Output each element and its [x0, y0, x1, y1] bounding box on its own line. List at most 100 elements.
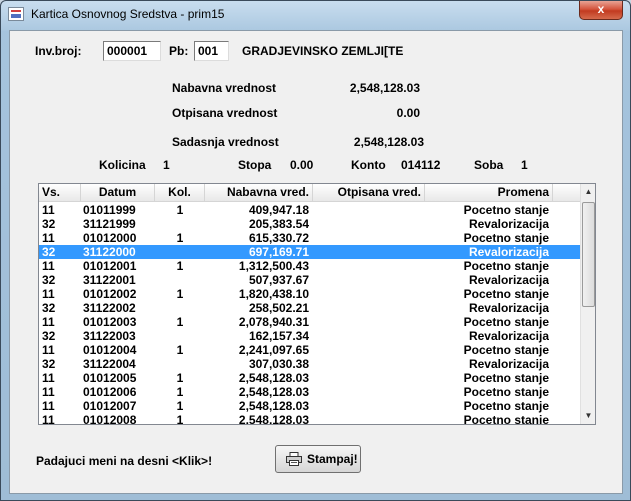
- row-vs: 11: [42, 413, 55, 425]
- inv-number-label: Inv.broj:: [35, 44, 82, 58]
- table-row[interactable]: 32 31122003 162,157.34 Revalorizacija: [39, 329, 580, 343]
- row-vs: 11: [42, 343, 55, 357]
- row-change: Pocetno stanje: [463, 413, 549, 425]
- scroll-down-arrow-icon[interactable]: ▼: [581, 408, 595, 424]
- printer-icon: [286, 452, 302, 466]
- row-vs: 32: [42, 245, 56, 259]
- row-written-off: [313, 203, 421, 217]
- row-qty: 1: [176, 343, 184, 357]
- row-date: 01012005: [83, 371, 137, 385]
- row-date: 31122001: [83, 273, 136, 287]
- row-qty: [155, 245, 205, 259]
- table-row[interactable]: 32 31122002 258,502.21 Revalorizacija: [39, 301, 580, 315]
- title-bar[interactable]: Kartica Osnovnog Sredstva - prim15 x: [1, 1, 630, 29]
- table-row[interactable]: 11 01012001 1 1,312,500.43 Pocetno stanje: [39, 259, 580, 273]
- row-written-off: [313, 371, 421, 385]
- row-written-off: [313, 343, 421, 357]
- row-date: 01012001: [83, 259, 137, 273]
- row-qty: 1: [176, 371, 184, 385]
- asset-name: GRADJEVINSKO ZEMLJI[TE: [242, 44, 404, 58]
- scroll-up-arrow-icon[interactable]: ▲: [581, 184, 595, 200]
- written-off-value: 0.00: [396, 106, 420, 120]
- row-qty: [155, 273, 205, 287]
- row-vs: 11: [42, 399, 55, 413]
- row-purchase: 2,548,128.03: [238, 399, 309, 413]
- column-header-change[interactable]: Promena: [425, 184, 553, 202]
- row-vs: 11: [42, 385, 55, 399]
- row-date: 31122003: [83, 329, 136, 343]
- scroll-thumb[interactable]: [582, 202, 595, 307]
- table-row[interactable]: 11 01011999 1 409,947.18 Pocetno stanje: [39, 203, 580, 217]
- list-header: Vs. Datum Kol. Nabavna vred. Otpisana vr…: [39, 184, 580, 202]
- purchase-value-label: Nabavna vrednost: [172, 81, 277, 95]
- table-row[interactable]: 32 31121999 205,383.54 Revalorizacija: [39, 217, 580, 231]
- row-written-off: [313, 301, 421, 315]
- row-purchase: 507,937.67: [248, 273, 309, 287]
- row-qty: 1: [176, 399, 184, 413]
- close-button[interactable]: x: [579, 1, 623, 20]
- row-qty: 1: [176, 385, 184, 399]
- row-change: Revalorizacija: [468, 273, 549, 287]
- column-header-vs[interactable]: Vs.: [39, 184, 81, 202]
- row-purchase: 307,030.38: [248, 357, 309, 371]
- row-written-off: [313, 217, 421, 231]
- row-vs: 11: [42, 315, 55, 329]
- table-row[interactable]: 11 01012004 1 2,241,097.65 Pocetno stanje: [39, 343, 580, 357]
- table-row[interactable]: 32 31122004 307,030.38 Revalorizacija: [39, 357, 580, 371]
- table-row[interactable]: 32 31122001 507,937.67 Revalorizacija: [39, 273, 580, 287]
- purchase-value: 2,548,128.03: [349, 81, 420, 95]
- row-written-off: [313, 315, 421, 329]
- app-icon: [8, 7, 24, 21]
- vertical-scrollbar[interactable]: ▲ ▼: [580, 184, 595, 424]
- table-row[interactable]: 11 01012007 1 2,548,128.03 Pocetno stanje: [39, 399, 580, 413]
- row-change: Revalorizacija: [468, 245, 549, 259]
- room-label: Soba: [474, 158, 504, 172]
- column-header-written-off[interactable]: Otpisana vred.: [313, 184, 425, 202]
- row-vs: 11: [42, 371, 55, 385]
- row-qty: 1: [176, 315, 184, 329]
- table-row[interactable]: 11 01012008 1 2,548,128.03 Pocetno stanje: [39, 413, 580, 425]
- transactions-list[interactable]: Vs. Datum Kol. Nabavna vred. Otpisana vr…: [38, 183, 596, 425]
- pb-label: Pb:: [169, 44, 189, 58]
- table-row-selected[interactable]: 32 31122000 697,169.71 Revalorizacija: [39, 245, 580, 259]
- row-change: Pocetno stanje: [463, 385, 549, 399]
- row-date: 31121999: [83, 217, 136, 231]
- row-vs: 11: [42, 203, 55, 217]
- row-purchase: 1,312,500.43: [238, 259, 309, 273]
- row-purchase: 162,157.34: [248, 329, 309, 343]
- row-change: Pocetno stanje: [463, 371, 549, 385]
- column-header-qty[interactable]: Kol.: [155, 184, 205, 202]
- quantity-label: Kolicina: [99, 158, 146, 172]
- table-row[interactable]: 11 01012006 1 2,548,128.03 Pocetno stanje: [39, 385, 580, 399]
- table-row[interactable]: 11 01012000 1 615,330.72 Pocetno stanje: [39, 231, 580, 245]
- row-written-off: [313, 273, 421, 287]
- table-row[interactable]: 11 01012005 1 2,548,128.03 Pocetno stanje: [39, 371, 580, 385]
- inv-number-field[interactable]: 000001: [103, 41, 161, 61]
- list-rows: 11 01011999 1 409,947.18 Pocetno stanje 32 311…: [39, 203, 580, 425]
- table-row[interactable]: 11 01012002 1 1,820,438.10 Pocetno stanje: [39, 287, 580, 301]
- row-vs: 32: [42, 273, 56, 287]
- row-qty: [155, 217, 205, 231]
- column-header-purchase[interactable]: Nabavna vred.: [205, 184, 313, 202]
- row-date: 01012007: [83, 399, 137, 413]
- row-purchase: 258,502.21: [248, 301, 309, 315]
- pb-field[interactable]: 001: [194, 41, 229, 61]
- room-value: 1: [521, 158, 528, 172]
- row-date: 01012008: [83, 413, 137, 425]
- print-button-label: Stampaj!: [307, 452, 358, 466]
- row-vs: 11: [42, 287, 55, 301]
- row-written-off: [313, 231, 421, 245]
- rate-value: 0.00: [290, 158, 314, 172]
- table-row[interactable]: 11 01012003 1 2,078,940.31 Pocetno stanje: [39, 315, 580, 329]
- row-purchase: 697,169.71: [248, 245, 309, 259]
- column-header-date[interactable]: Datum: [81, 184, 155, 202]
- print-button[interactable]: Stampaj!: [275, 445, 361, 473]
- row-written-off: [313, 245, 421, 259]
- row-qty: [155, 301, 205, 315]
- row-purchase: 615,330.72: [248, 231, 309, 245]
- row-qty: 1: [176, 259, 184, 273]
- row-written-off: [313, 357, 421, 371]
- row-date: 31122000: [83, 245, 136, 259]
- row-vs: 11: [42, 259, 55, 273]
- row-purchase: 205,383.54: [248, 217, 309, 231]
